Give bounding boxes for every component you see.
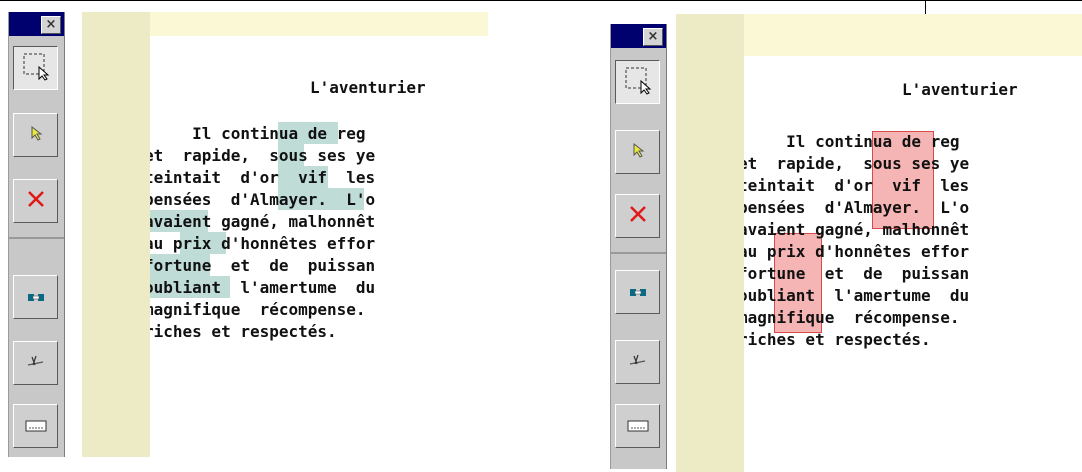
text-line: magnifique récompense.	[150, 300, 366, 319]
document-title: L'aventurier	[310, 78, 426, 97]
text-line: Il continua de reg	[150, 124, 366, 143]
text-line: au prix d'honnêtes effor	[744, 242, 970, 261]
select-region-button[interactable]	[615, 60, 660, 104]
link-icon	[629, 283, 647, 302]
close-button[interactable]: ×	[41, 16, 61, 34]
select-region-icon	[623, 65, 653, 99]
tool-palette: ×	[8, 12, 65, 457]
text-line: pensées d'Almayer. L'o	[744, 198, 970, 217]
text-line: et rapide, sous ses ye	[150, 146, 376, 165]
pointer-tool-button[interactable]	[13, 113, 58, 157]
text-viewport: L'aventurier Il continua de reg et rapid…	[150, 0, 488, 472]
cut-tool-button[interactable]	[615, 340, 660, 384]
text-line: teintait d'or vif les	[744, 176, 970, 195]
text-field-tool-button[interactable]	[13, 404, 58, 448]
text-line: et rapide, sous ses ye	[744, 154, 970, 173]
delete-tool-button[interactable]	[615, 194, 660, 238]
delete-icon	[25, 188, 47, 214]
text-line: teintait d'or vif les	[150, 168, 376, 187]
link-tool-button[interactable]	[615, 270, 660, 314]
text-line: fortune et de puissan	[744, 264, 970, 283]
pointer-icon	[628, 140, 648, 164]
delete-icon	[627, 203, 649, 229]
text-line: avaient gagné, malhonnêt	[744, 220, 970, 239]
right-panel: × L'aventurier Il continua de reg et rap…	[598, 0, 1082, 472]
text-field-tool-button[interactable]	[615, 404, 660, 448]
document-title: L'aventurier	[902, 80, 1018, 99]
delete-tool-button[interactable]	[13, 179, 58, 223]
pointer-icon	[26, 123, 46, 147]
cut-icon	[628, 352, 648, 372]
tool-palette: ×	[610, 24, 667, 469]
canvas-margin	[676, 14, 744, 472]
left-panel: × L'aventurier Il continua de reg et rap…	[0, 0, 500, 472]
text-line: oubliant l'amertume du	[150, 278, 376, 297]
link-icon	[27, 288, 45, 307]
text-line: magnifique récompense.	[744, 308, 960, 327]
text-field-icon	[627, 417, 649, 436]
link-tool-button[interactable]	[13, 275, 58, 319]
cut-tool-button[interactable]	[13, 341, 58, 385]
text-line: pensées d'Almayer. L'o	[150, 190, 376, 209]
text-line: au prix d'honnêtes effor	[150, 234, 376, 253]
text-line: Il continua de reg	[744, 132, 960, 151]
select-region-button[interactable]	[13, 46, 58, 90]
text-line: fortune et de puissan	[150, 256, 376, 275]
text-line: oubliant l'amertume du	[744, 286, 970, 305]
cut-icon	[26, 353, 46, 373]
close-button[interactable]: ×	[643, 28, 663, 46]
text-line: riches et respectés.	[150, 322, 337, 341]
text-line: riches et respectés.	[744, 330, 931, 349]
text-viewport: L'aventurier Il continua de reg et rapid…	[744, 0, 1082, 472]
select-region-icon	[21, 51, 51, 85]
pointer-tool-button[interactable]	[615, 130, 660, 174]
palette-separator	[611, 252, 666, 254]
text-field-icon	[25, 417, 47, 436]
palette-separator	[9, 237, 64, 239]
canvas-margin	[82, 12, 150, 457]
text-line: avaient gagné, malhonnêt	[150, 212, 376, 231]
